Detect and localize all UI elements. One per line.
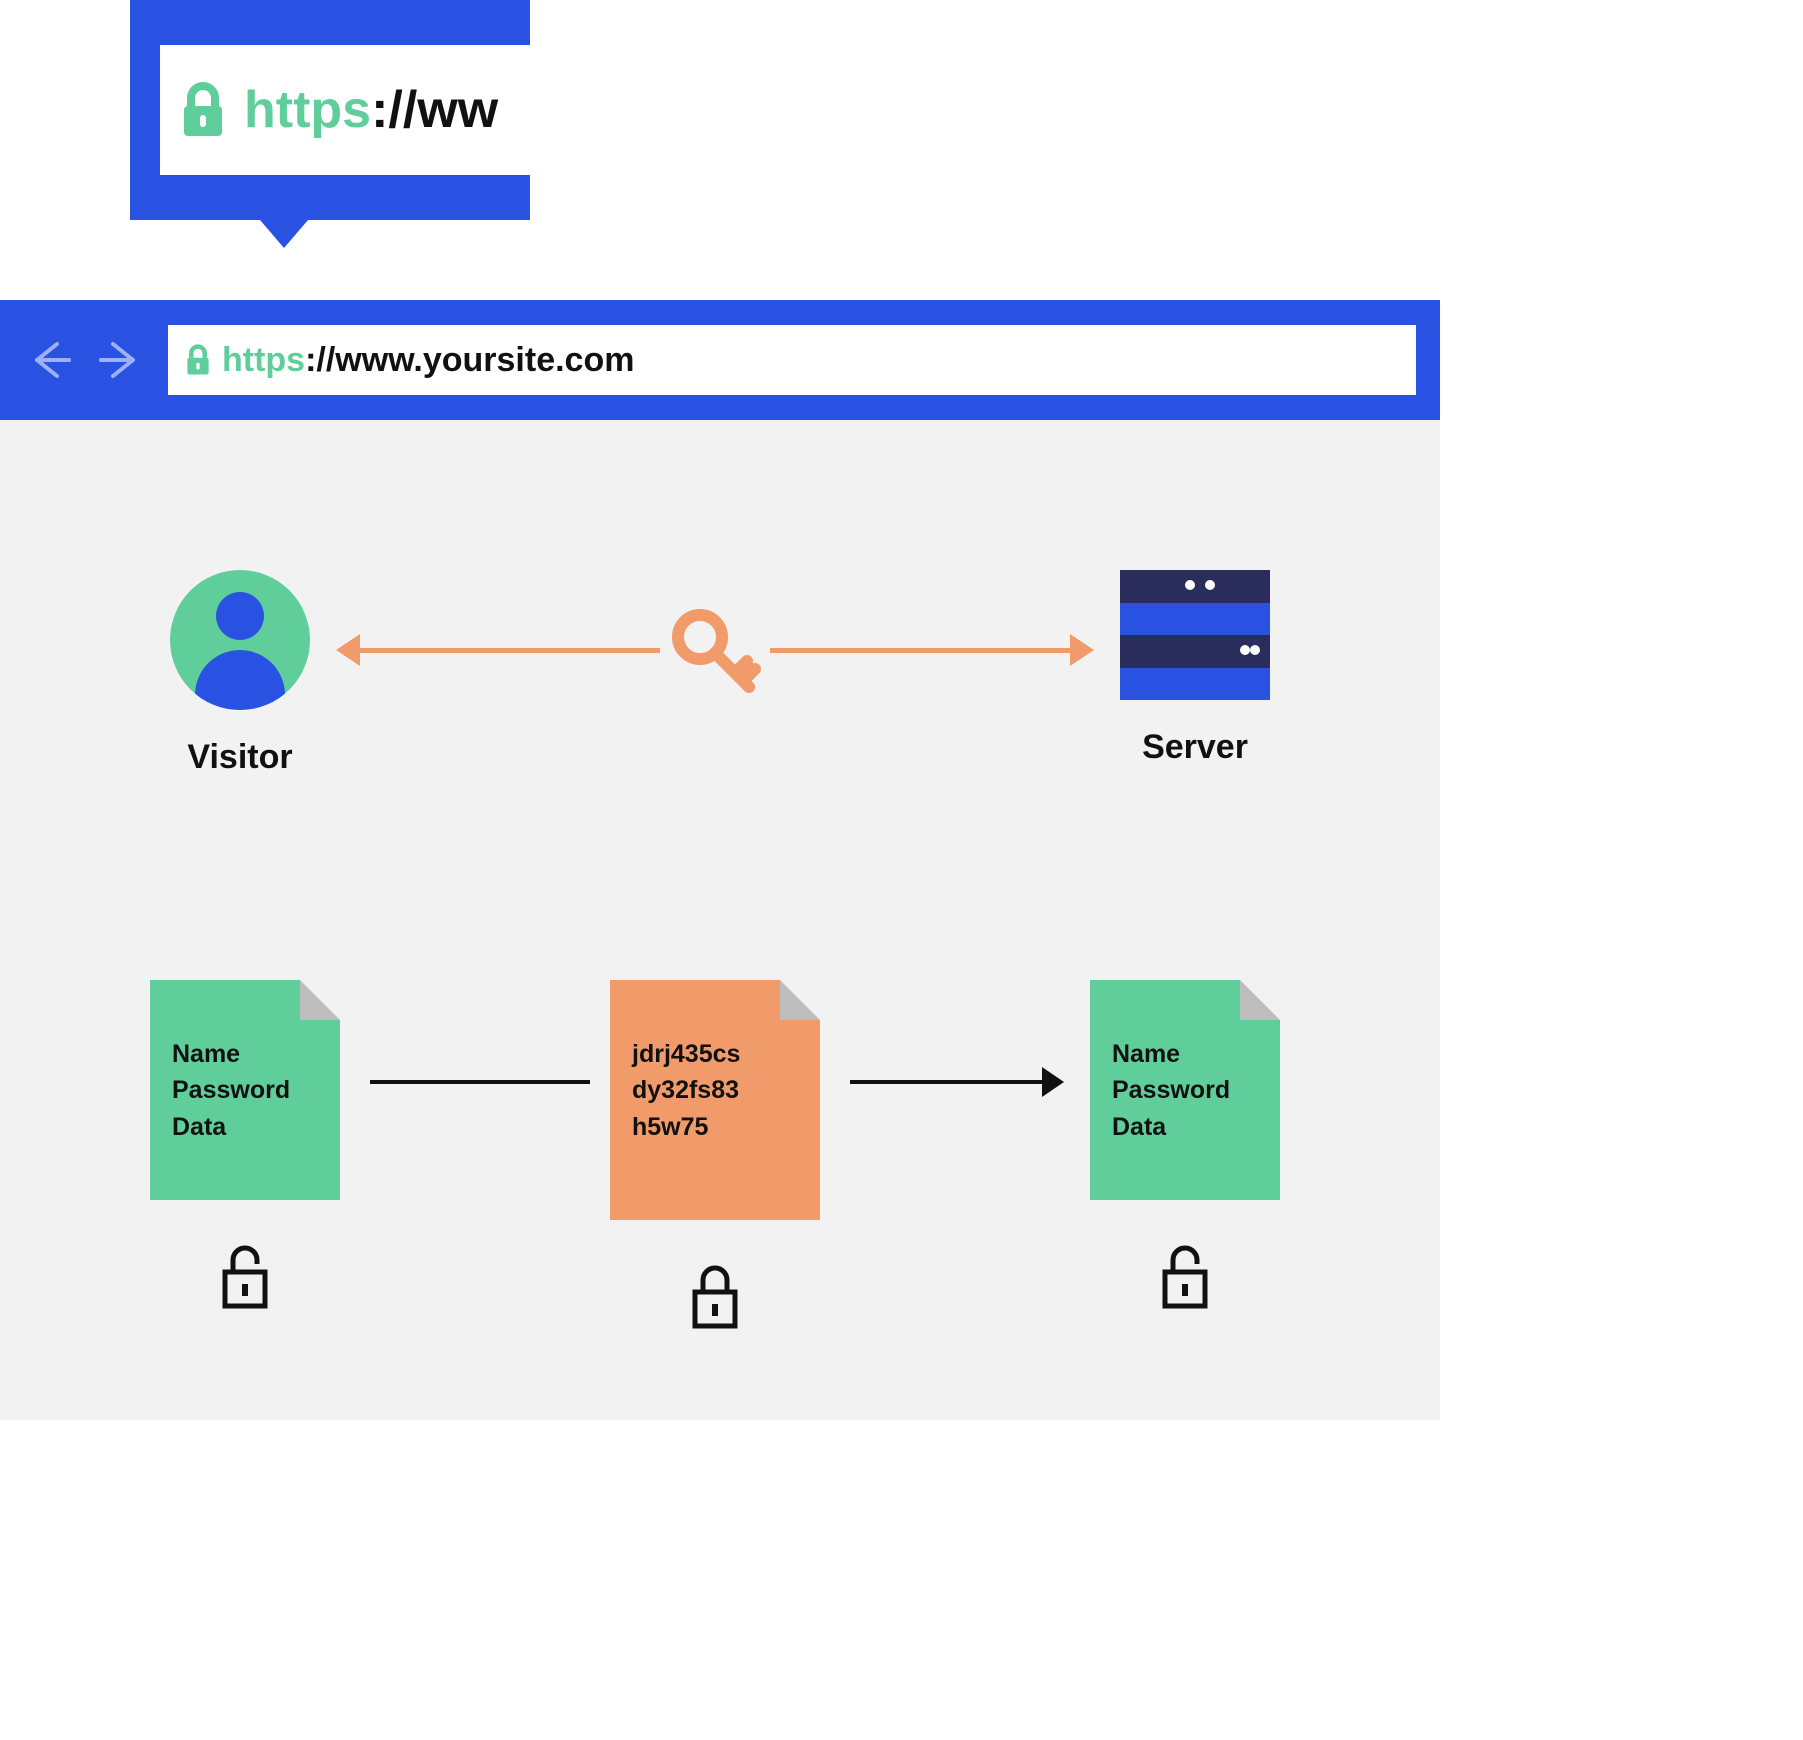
server-node: Server: [1120, 570, 1270, 767]
address-bar[interactable]: https://www.yoursite.com: [168, 325, 1416, 395]
doc-line: Password: [1112, 1072, 1258, 1108]
visitor-node: Visitor: [170, 570, 310, 777]
arrow-left-icon: [340, 648, 660, 653]
locked-icon: [610, 1260, 820, 1332]
url-fragment: ://ww: [371, 80, 498, 140]
plaintext-doc-right: Name Password Data: [1090, 980, 1280, 1312]
document-icon: Name Password Data: [150, 980, 340, 1200]
doc-line: Name: [172, 1036, 318, 1072]
doc-line: h5w75: [632, 1109, 798, 1145]
server-label: Server: [1120, 728, 1270, 767]
visitor-label: Visitor: [170, 738, 310, 777]
callout-address-fragment: https://ww: [160, 45, 530, 175]
https-label: https: [244, 80, 371, 140]
data-flow-row: Name Password Data jdrj435cs dy32fs83 h5…: [0, 980, 1440, 1380]
unlocked-icon: [150, 1240, 340, 1312]
flow-arrow-1: [370, 1080, 590, 1084]
doc-line: Name: [1112, 1036, 1258, 1072]
arrow-left-icon: [27, 338, 71, 382]
arrow-right-icon: [770, 648, 1090, 653]
doc-line: Password: [172, 1072, 318, 1108]
browser-bar: https://www.yoursite.com: [0, 300, 1440, 420]
doc-line: Data: [1112, 1109, 1258, 1145]
diagram-canvas: Visitor Server: [0, 420, 1440, 1420]
lock-icon: [178, 80, 228, 140]
doc-line: Data: [172, 1109, 318, 1145]
server-icon: [1120, 570, 1270, 700]
key-icon: [660, 605, 770, 695]
key-exchange-arrows: [340, 620, 1090, 680]
forward-button[interactable]: [96, 335, 146, 385]
arrow-right-icon: [99, 338, 143, 382]
document-icon: jdrj435cs dy32fs83 h5w75: [610, 980, 820, 1220]
doc-line: dy32fs83: [632, 1072, 798, 1108]
back-button[interactable]: [24, 335, 74, 385]
https-label: https: [222, 341, 305, 380]
plaintext-doc-left: Name Password Data: [150, 980, 340, 1312]
unlocked-icon: [1090, 1240, 1280, 1312]
flow-arrow-2: [850, 1080, 1060, 1084]
lock-icon: [184, 343, 212, 377]
key-exchange-row: Visitor Server: [0, 570, 1440, 770]
https-callout: https://ww: [130, 0, 530, 220]
encrypted-doc: jdrj435cs dy32fs83 h5w75: [610, 980, 820, 1332]
visitor-avatar-icon: [170, 570, 310, 710]
url-rest: ://www.yoursite.com: [305, 341, 634, 380]
doc-line: jdrj435cs: [632, 1036, 798, 1072]
document-icon: Name Password Data: [1090, 980, 1280, 1200]
